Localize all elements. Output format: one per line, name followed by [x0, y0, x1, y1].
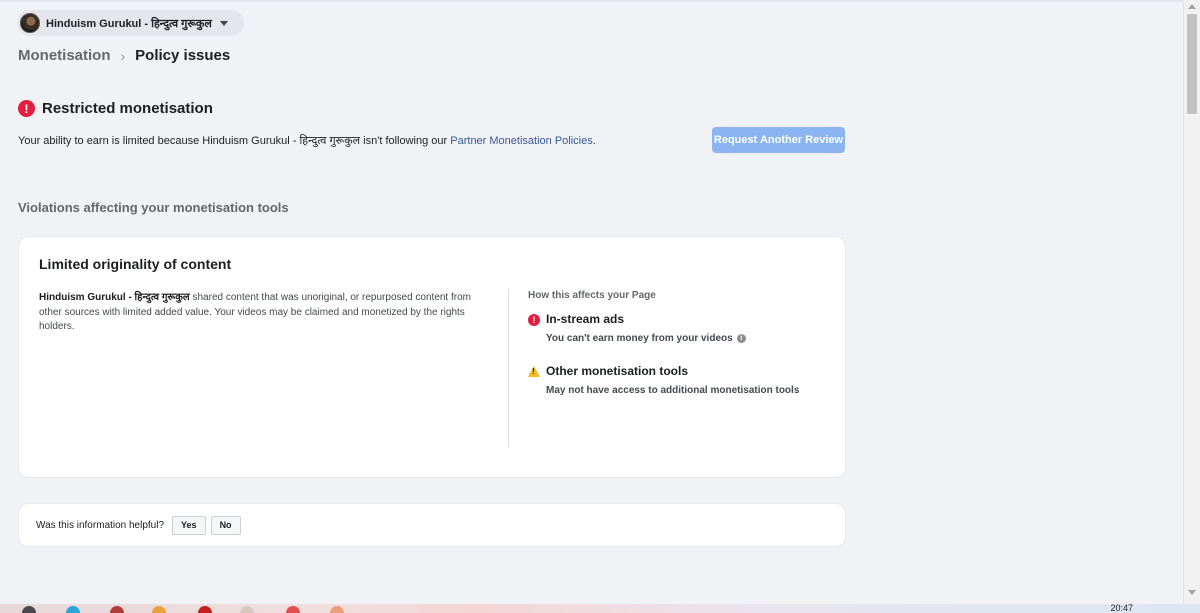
taskbar-app-icon[interactable] — [22, 606, 36, 613]
scroll-thumb[interactable] — [1187, 14, 1197, 114]
feedback-bar: Was this information helpful? Yes No — [18, 503, 846, 547]
impact-subtitle-text: You can't earn money from your videos — [546, 333, 733, 344]
impact-title: In-stream ads — [546, 312, 625, 326]
scroll-down-arrow-icon[interactable] — [1188, 590, 1196, 595]
error-icon: ! — [528, 314, 540, 326]
scrollbar[interactable] — [1183, 0, 1200, 604]
violation-page-name: Hinduism Gurukul - हिन्दुत्व गुरूकुल — [39, 292, 190, 303]
violation-title: Limited originality of content — [39, 256, 232, 272]
feedback-question: Was this information helpful? — [36, 519, 165, 531]
impact-subtitle: You can't earn money from your videos i — [546, 333, 746, 344]
partner-policies-link[interactable]: Partner Monetisation Policies — [450, 135, 592, 147]
taskbar-app-icon[interactable] — [240, 606, 254, 613]
status-description-end: . — [592, 135, 596, 147]
breadcrumb: Monetisation › Policy issues — [18, 47, 230, 64]
violations-heading: Violations affecting your monetisation t… — [18, 200, 289, 215]
avatar — [20, 13, 40, 33]
error-icon: ! — [18, 100, 35, 117]
page-selector[interactable]: Hinduism Gurukul - हिन्दुत्व गुरूकुल — [17, 10, 244, 36]
status-header: ! Restricted monetisation — [18, 100, 213, 117]
impact-title: Other monetisation tools — [546, 364, 689, 378]
taskbar-app-icon[interactable] — [152, 606, 166, 613]
warning-icon — [528, 366, 540, 377]
status-description: Your ability to earn is limited because … — [18, 133, 596, 148]
chevron-right-icon: › — [120, 47, 126, 64]
top-border — [0, 0, 1200, 2]
violation-description: Hinduism Gurukul - हिन्दुत्व गुरूकुल sha… — [39, 291, 484, 335]
taskbar — [0, 604, 1200, 613]
affects-label: How this affects your Page — [528, 290, 656, 301]
status-title: Restricted monetisation — [42, 100, 213, 117]
taskbar-app-icon[interactable] — [66, 606, 80, 613]
yes-button[interactable]: Yes — [172, 515, 206, 535]
taskbar-app-icon[interactable] — [286, 606, 300, 613]
caret-down-icon — [219, 20, 228, 26]
no-button[interactable]: No — [210, 515, 241, 535]
page-title: Policy issues — [135, 47, 231, 64]
taskbar-app-icon[interactable] — [330, 606, 344, 613]
status-description-text: Your ability to earn is limited because … — [18, 135, 451, 147]
taskbar-clock: 20:47 — [1110, 603, 1133, 613]
taskbar-app-icon[interactable] — [110, 606, 124, 613]
page-name: Hinduism Gurukul - हिन्दुत्व गुरूकुल — [46, 17, 212, 30]
request-review-button[interactable]: Request Another Review — [712, 127, 845, 153]
divider — [508, 289, 509, 447]
info-icon[interactable]: i — [736, 334, 746, 343]
impact-other-tools: Other monetisation tools May not have ac… — [528, 364, 799, 396]
violation-card: Limited originality of content Hinduism … — [18, 236, 846, 478]
impact-in-stream-ads: ! In-stream ads You can't earn money fro… — [528, 312, 746, 344]
impact-subtitle: May not have access to additional moneti… — [546, 385, 800, 396]
breadcrumb-monetisation[interactable]: Monetisation — [18, 47, 111, 64]
taskbar-app-icon[interactable] — [198, 606, 212, 613]
scroll-up-arrow-icon[interactable] — [1188, 4, 1196, 9]
